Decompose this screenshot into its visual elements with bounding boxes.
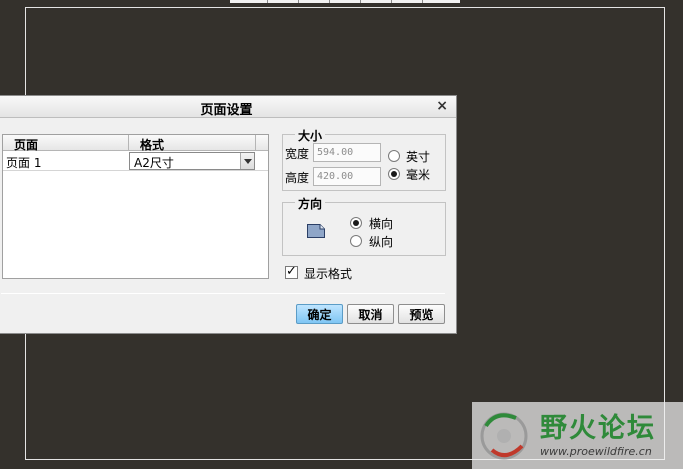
portrait-radio[interactable] <box>350 235 362 247</box>
close-icon[interactable]: × <box>436 98 448 114</box>
dialog-separator <box>1 293 445 294</box>
unit-mm-radio[interactable] <box>388 168 400 180</box>
dialog-title: 页面设置 <box>200 103 253 118</box>
format-select[interactable]: A2尺寸 <box>129 152 255 170</box>
width-label: 宽度 <box>285 147 310 161</box>
dialog-titlebar[interactable]: 页面设置 × <box>0 96 456 118</box>
column-header-page[interactable]: 页面 <box>14 136 38 153</box>
orientation-group-label: 方向 <box>295 195 326 212</box>
width-input[interactable]: 594.00 <box>313 143 381 162</box>
unit-inch-label[interactable]: 英寸 <box>406 148 430 165</box>
page-setup-dialog: 页面设置 × 页面 格式 页面 1 A2尺寸 大小 宽度 594.00 高度 4… <box>0 95 457 334</box>
watermark-url: www.proewildfire.cn <box>540 445 652 458</box>
landscape-label[interactable]: 横向 <box>369 215 393 232</box>
landscape-radio[interactable] <box>350 217 362 229</box>
size-group: 大小 宽度 594.00 高度 420.00 英寸 毫米 <box>282 127 446 191</box>
forum-watermark: 野火论坛 www.proewildfire.cn <box>472 402 683 469</box>
show-format-label[interactable]: 显示格式 <box>304 265 352 282</box>
ok-button[interactable]: 确定 <box>296 304 343 324</box>
drawing-tab-strip <box>230 0 460 3</box>
orientation-group: 方向 横向 纵向 <box>282 195 446 256</box>
table-header: 页面 格式 <box>3 135 268 153</box>
size-group-label: 大小 <box>295 127 326 144</box>
height-label: 高度 <box>285 171 310 185</box>
cancel-button[interactable]: 取消 <box>347 304 394 324</box>
preview-button[interactable]: 预览 <box>398 304 445 324</box>
height-input[interactable]: 420.00 <box>313 167 381 186</box>
unit-mm-label[interactable]: 毫米 <box>406 166 430 183</box>
watermark-title: 野火论坛 <box>540 413 656 444</box>
portrait-label[interactable]: 纵向 <box>369 233 393 250</box>
show-format-checkbox[interactable]: ✓ <box>285 264 298 279</box>
checkmark-icon: ✓ <box>286 264 297 279</box>
table-row[interactable]: 页面 1 A2尺寸 <box>3 152 268 171</box>
chevron-down-icon[interactable] <box>240 153 254 169</box>
forum-logo-icon <box>480 412 528 460</box>
page-format-table: 页面 格式 页面 1 A2尺寸 <box>2 134 269 279</box>
unit-inch-radio[interactable] <box>388 150 400 162</box>
column-header-format[interactable]: 格式 <box>140 136 164 153</box>
landscape-page-icon <box>307 224 325 238</box>
page-name-cell[interactable]: 页面 1 <box>6 154 41 171</box>
format-select-value: A2尺寸 <box>134 156 174 170</box>
